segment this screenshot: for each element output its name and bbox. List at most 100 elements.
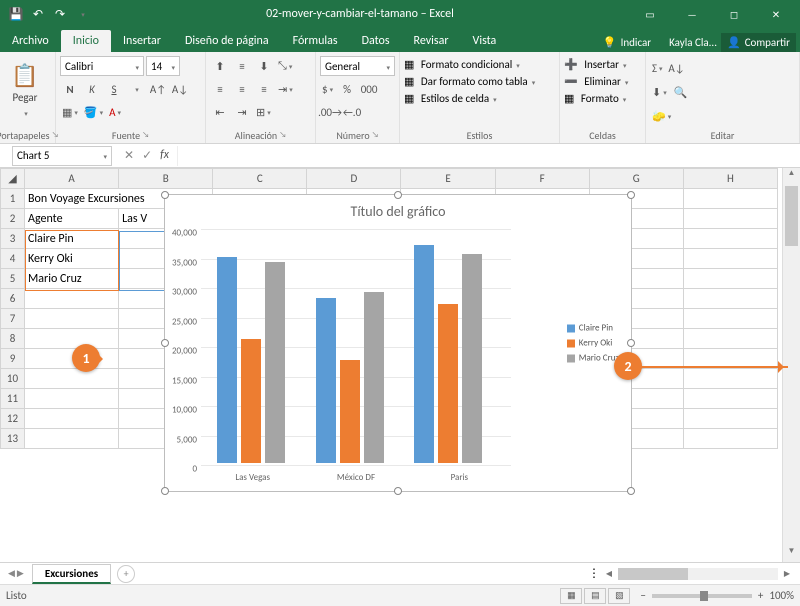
chart-bar[interactable] — [364, 292, 384, 463]
format-table-button[interactable]: ▦ Dar formato como tabla — [404, 75, 535, 88]
scroll-left-icon[interactable]: ◀ — [602, 569, 616, 579]
cell-styles-button[interactable]: ▦ Estilos de celda — [404, 92, 535, 105]
chart-bar[interactable] — [462, 254, 482, 463]
resize-handle-t[interactable] — [394, 191, 402, 199]
col-header[interactable]: G — [589, 169, 683, 189]
merge-button[interactable]: ⊞ — [254, 102, 273, 122]
row-header[interactable]: 2 — [1, 209, 25, 229]
resize-handle-r[interactable] — [627, 339, 635, 347]
align-middle-icon[interactable]: ≡ — [232, 56, 252, 76]
border-button[interactable]: ▦ — [60, 102, 80, 122]
qat-more-icon[interactable] — [74, 6, 90, 22]
view-page-layout-icon[interactable]: ▤ — [584, 588, 606, 604]
zoom-level[interactable]: 100% — [769, 589, 794, 602]
name-box[interactable]: Chart 5 — [12, 146, 112, 166]
tab-nav-next-icon[interactable]: ▶ — [17, 568, 24, 579]
cell[interactable]: Agente — [25, 209, 119, 229]
resize-handle-bl[interactable] — [161, 487, 169, 495]
sheet-tab-excursiones[interactable]: Excursiones — [32, 564, 111, 584]
tab-vista[interactable]: Vista — [461, 30, 509, 52]
sort-icon[interactable]: A↓ — [667, 58, 687, 78]
align-center-icon[interactable]: ≡ — [232, 79, 252, 99]
row-header[interactable]: 4 — [1, 249, 25, 269]
align-bottom-icon[interactable]: ⬇ — [254, 56, 274, 76]
view-normal-icon[interactable]: ▦ — [560, 588, 582, 604]
alignment-dialog-icon[interactable]: ↘ — [279, 130, 286, 140]
tab-inicio[interactable]: Inicio — [61, 30, 111, 52]
tell-me-icon[interactable]: 💡 — [603, 36, 617, 49]
col-header[interactable]: B — [119, 169, 213, 189]
save-icon[interactable]: 💾 — [8, 6, 24, 22]
tab-formulas[interactable]: Fórmulas — [281, 30, 350, 52]
tab-nav-prev-icon[interactable]: ◀ — [8, 568, 15, 579]
legend-item[interactable]: Mario Cruz — [567, 353, 619, 364]
view-page-break-icon[interactable]: ▧ — [608, 588, 630, 604]
decrease-decimal-icon[interactable]: ←.0 — [342, 102, 362, 122]
user-account[interactable]: Kayla Cla... — [669, 36, 717, 49]
format-cells-button[interactable]: ▦ Formato — [564, 92, 628, 105]
tab-archivo[interactable]: Archivo — [0, 30, 61, 52]
underline-more-icon[interactable] — [126, 79, 146, 99]
chart-bar[interactable] — [265, 262, 285, 463]
font-size-select[interactable]: 14 — [146, 56, 180, 76]
share-button[interactable]: 👤 Compartir — [721, 33, 796, 52]
zoom-in-button[interactable]: + — [758, 589, 763, 602]
delete-cells-button[interactable]: ➖ Eliminar — [564, 75, 628, 88]
row-header[interactable]: 5 — [1, 269, 25, 289]
font-dialog-icon[interactable]: ↘ — [142, 130, 149, 140]
row-header[interactable]: 13 — [1, 429, 25, 449]
align-right-icon[interactable]: ≡ — [254, 79, 274, 99]
resize-handle-b[interactable] — [394, 487, 402, 495]
scroll-down-icon[interactable]: ▼ — [783, 546, 800, 562]
chart-bar[interactable] — [414, 245, 434, 463]
zoom-out-button[interactable]: − — [640, 589, 645, 602]
col-header[interactable]: A — [25, 169, 119, 189]
resize-handle-tl[interactable] — [161, 191, 169, 199]
cell[interactable]: Claire Pin — [25, 229, 119, 249]
resize-handle-br[interactable] — [627, 487, 635, 495]
horizontal-scrollbar[interactable]: ⋮ ◀ ▶ — [588, 566, 800, 581]
increase-decimal-icon[interactable]: .00→ — [320, 102, 340, 122]
align-left-icon[interactable]: ≡ — [210, 79, 230, 99]
chart-plot-area[interactable] — [201, 229, 511, 463]
font-name-select[interactable]: Calibri — [60, 56, 144, 76]
increase-font-icon[interactable]: A↑ — [148, 79, 168, 99]
conditional-format-button[interactable]: ▦ Formato condicional — [404, 58, 535, 71]
paste-button[interactable]: 📋 Pegar — [4, 54, 46, 127]
chart-bar[interactable] — [340, 360, 360, 463]
decrease-font-icon[interactable]: A↓ — [170, 79, 190, 99]
orientation-icon[interactable]: ⤡ — [276, 56, 294, 76]
hsplit-icon[interactable]: ⋮ — [588, 566, 600, 581]
row-header[interactable]: 9 — [1, 349, 25, 369]
find-icon[interactable]: 🔍 — [671, 82, 691, 102]
font-color-button[interactable]: A — [107, 102, 123, 122]
percent-icon[interactable]: % — [337, 79, 357, 99]
chart-bar[interactable] — [438, 304, 458, 463]
col-header[interactable]: F — [495, 169, 589, 189]
add-sheet-button[interactable]: + — [117, 565, 135, 583]
tab-revisar[interactable]: Revisar — [402, 30, 461, 52]
fill-icon[interactable]: ⬇ — [650, 82, 669, 102]
legend-item[interactable]: Claire Pin — [567, 323, 619, 334]
number-dialog-icon[interactable]: ↘ — [372, 130, 379, 140]
increase-indent-icon[interactable]: ⇥ — [232, 102, 252, 122]
fx-icon[interactable]: fx — [160, 148, 169, 163]
cell[interactable]: Mario Cruz — [25, 269, 119, 289]
row-header[interactable]: 7 — [1, 309, 25, 329]
tab-insertar[interactable]: Insertar — [111, 30, 173, 52]
maximize-icon[interactable]: ◻ — [714, 2, 754, 26]
chart-bar[interactable] — [217, 257, 237, 464]
worksheet-grid[interactable]: ◢ A B C D E F G H 1Bon Voyage Excursione… — [0, 168, 782, 562]
row-header[interactable]: 6 — [1, 289, 25, 309]
undo-icon[interactable]: ↶ — [30, 6, 46, 22]
bold-button[interactable]: N — [60, 79, 80, 99]
row-header[interactable]: 8 — [1, 329, 25, 349]
chart-legend[interactable]: Claire PinKerry OkiMario Cruz — [567, 319, 619, 368]
formula-input[interactable] — [177, 146, 800, 166]
row-header[interactable]: 1 — [1, 189, 25, 209]
chart-bar[interactable] — [241, 339, 261, 463]
chart-object[interactable]: Título del gráfico 05,00010,00015,00020,… — [164, 194, 632, 492]
col-header[interactable]: D — [307, 169, 401, 189]
enter-formula-icon[interactable]: ✓ — [142, 148, 152, 163]
select-all-corner[interactable]: ◢ — [1, 169, 25, 189]
